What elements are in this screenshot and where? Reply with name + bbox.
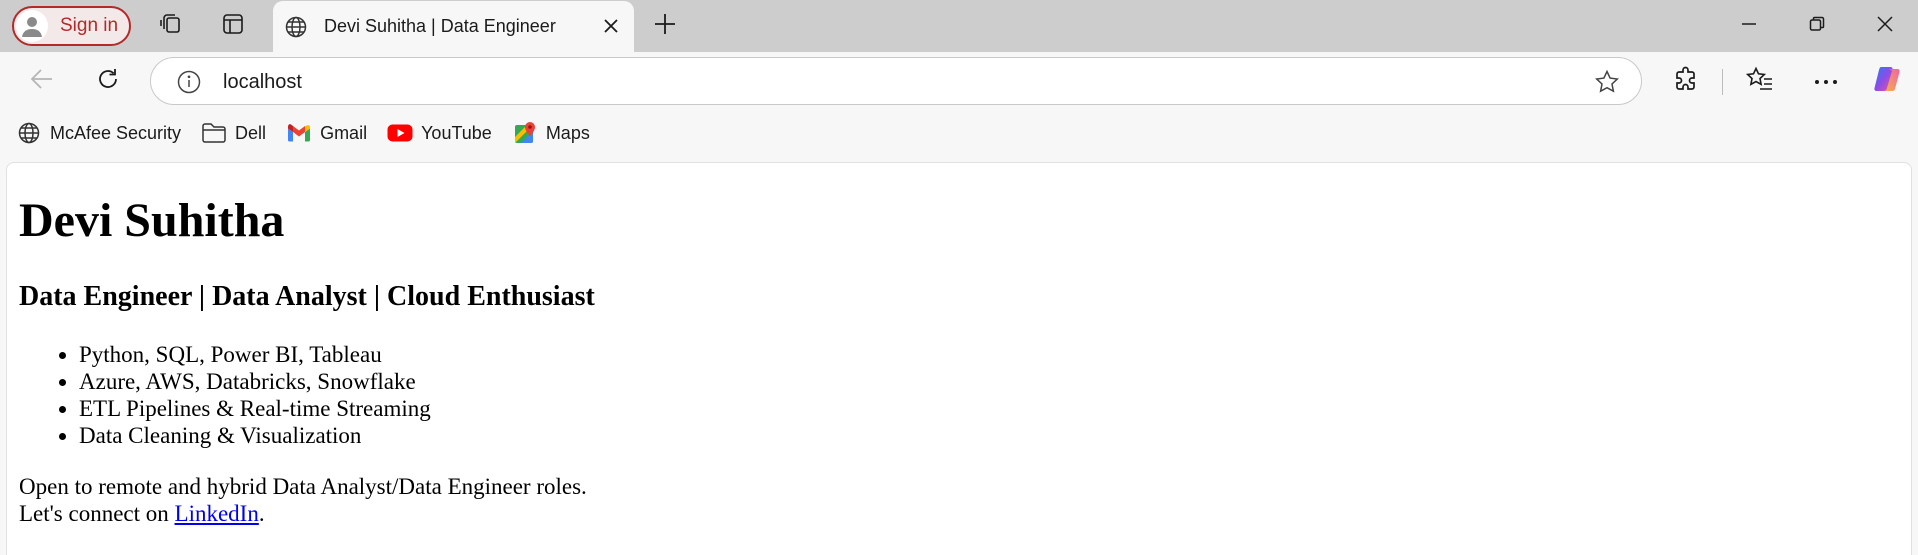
page-title: Devi Suhitha [19,194,285,247]
workspaces-icon [159,12,183,41]
tab-strip: Sign in Devi Suhitha | Data Engineer [0,0,1918,52]
connect-suffix: . [258,501,265,526]
contact-paragraph: Open to remote and hybrid Data Analyst/D… [19,473,587,527]
favorite-star-icon[interactable] [1593,68,1621,96]
tab-active[interactable]: Devi Suhitha | Data Engineer [273,1,634,52]
list-item: Azure, AWS, Databricks, Snowflake [79,368,431,395]
vertical-tabs-icon [221,12,245,41]
profile-icon [16,10,48,42]
list-item: ETL Pipelines & Real-time Streaming [79,395,431,422]
address-bar[interactable] [150,57,1642,105]
bookmark-mcafee-security[interactable]: McAfee Security [16,116,189,150]
copilot-button[interactable] [1868,61,1908,101]
restore-icon [1809,16,1825,37]
puzzle-icon [1673,66,1699,97]
tab-actions-button[interactable] [216,9,250,43]
toolbar [0,52,1918,110]
close-icon [1877,15,1893,37]
minimize-icon [1741,16,1757,37]
tab-title: Devi Suhitha | Data Engineer [324,16,556,36]
connect-prefix: Let's connect on [19,501,175,526]
list-item: Python, SQL, Power BI, Tableau [79,341,431,368]
bookmark-label: YouTube [421,122,492,143]
bookmark-label: Maps [545,122,590,143]
youtube-icon [387,120,413,146]
toolbar-divider [1722,69,1723,95]
plus-icon [654,13,676,40]
globe-icon [282,13,310,41]
maps-icon [512,120,538,146]
site-info-icon[interactable] [175,68,203,96]
close-window-button[interactable] [1860,7,1910,45]
open-to-text: Open to remote and hybrid Data Analyst/D… [19,474,587,499]
minimize-button[interactable] [1724,7,1774,45]
list-item: Data Cleaning & Visualization [79,422,431,449]
bookmark-gmail[interactable]: Gmail [286,116,375,150]
bookmark-dell[interactable]: Dell [201,116,274,150]
more-options-icon [1814,72,1838,90]
copilot-icon [1872,63,1904,100]
gmail-icon [286,120,312,146]
close-tab-icon[interactable] [598,13,624,39]
page-viewport: Devi Suhitha Data Engineer | Data Analys… [6,162,1912,555]
sign-in-label: Sign in [60,15,119,36]
bookmarks-bar: McAfee Security Dell Gmail YouTube Maps [0,110,1918,156]
new-tab-button[interactable] [648,9,682,43]
favorites-button[interactable] [1740,61,1780,101]
linkedin-link[interactable]: LinkedIn [175,501,259,526]
bookmark-label: Dell [235,122,267,143]
refresh-icon [95,66,121,97]
folder-icon [201,120,227,146]
bookmark-maps[interactable]: Maps [512,116,598,150]
bookmark-label: Gmail [320,122,368,143]
back-button[interactable] [22,61,62,101]
favorites-icon [1745,66,1774,97]
bookmark-label: McAfee Security [50,122,182,143]
back-arrow-icon [29,66,55,97]
page-tagline: Data Engineer | Data Analyst | Cloud Ent… [19,281,595,312]
refresh-button[interactable] [88,61,128,101]
globe-icon [16,120,42,146]
skills-list: Python, SQL, Power BI, Tableau Azure, AW… [79,341,431,449]
url-input[interactable] [223,66,1523,98]
settings-menu-button[interactable] [1806,61,1846,101]
extensions-button[interactable] [1666,61,1706,101]
restore-button[interactable] [1792,7,1842,45]
bookmark-youtube[interactable]: YouTube [387,116,500,150]
sign-in-button[interactable]: Sign in [12,6,131,46]
workspaces-button[interactable] [154,9,188,43]
